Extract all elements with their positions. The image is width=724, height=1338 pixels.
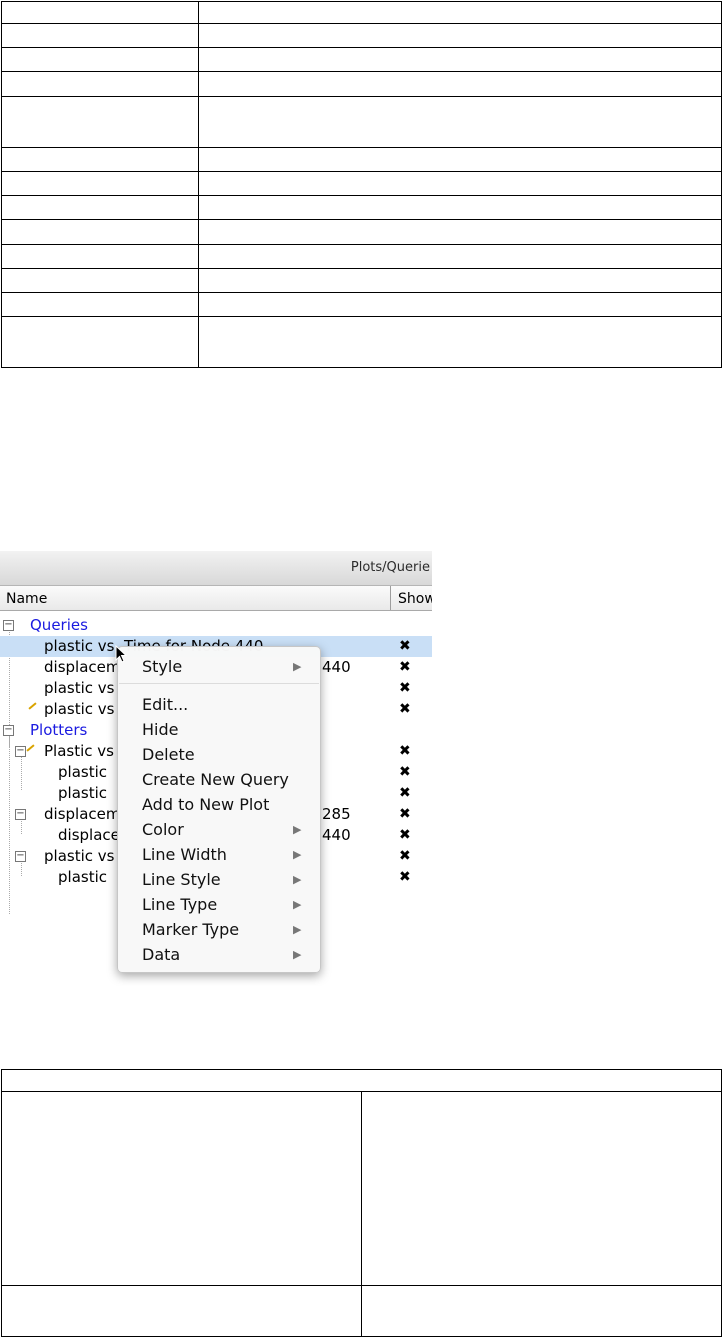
collapse-toggle-icon[interactable]: − — [15, 809, 26, 820]
menu-item-label: Edit... — [142, 695, 189, 714]
tree-group-row[interactable]: − Queries — [0, 615, 432, 636]
show-toggle-icon[interactable]: ✖ — [399, 825, 411, 846]
menu-item[interactable]: Style ▶ — [118, 654, 320, 679]
table-row — [1, 71, 722, 97]
table-row — [1, 316, 722, 368]
show-toggle-icon[interactable]: ✖ — [399, 657, 411, 678]
tree-row-label-tail: 285 — [322, 805, 351, 823]
collapse-toggle-icon[interactable]: − — [15, 746, 26, 757]
panel-titlebar: Plots/Querie — [0, 551, 432, 586]
table-row — [1, 219, 722, 245]
menu-item[interactable]: Data ▶ — [118, 942, 320, 967]
tree-row-label-tail: 440 — [322, 658, 351, 676]
show-toggle-icon[interactable]: ✖ — [399, 762, 411, 783]
menu-item-label: Line Width — [142, 845, 227, 864]
table-row — [1, 96, 722, 148]
collapse-toggle-icon[interactable]: − — [15, 851, 26, 862]
submenu-arrow-icon: ▶ — [293, 898, 302, 911]
pencil-icon — [26, 744, 35, 752]
show-toggle-icon[interactable]: ✖ — [399, 678, 411, 699]
plots-queries-panel: Plots/Querie Name Show − Queries plastic v… — [0, 551, 432, 986]
table-row — [1, 244, 722, 269]
menu-item-label: Data — [142, 945, 181, 964]
table-row — [1, 1285, 722, 1337]
tree-row-label-tail: 440 — [322, 826, 351, 844]
mouse-pointer-icon — [115, 645, 128, 663]
menu-item-label: Color — [142, 820, 184, 839]
show-toggle-icon[interactable]: ✖ — [399, 699, 411, 720]
menu-item[interactable]: Add to New Plot — [118, 792, 320, 817]
show-toggle-icon[interactable]: ✖ — [399, 867, 411, 888]
menu-item[interactable]: Delete — [118, 742, 320, 767]
table-row — [1, 47, 722, 72]
show-toggle-icon[interactable]: ✖ — [399, 741, 411, 762]
top-table — [1, 1, 722, 368]
table-row — [1, 1091, 722, 1286]
menu-item[interactable]: Line Type ▶ — [118, 892, 320, 917]
tree-row-label: plastic vs — [44, 847, 115, 865]
menu-item-label: Marker Type — [142, 920, 240, 939]
table-row — [1, 1, 722, 24]
panel-title: Plots/Querie — [350, 560, 430, 575]
submenu-arrow-icon: ▶ — [293, 948, 302, 961]
show-toggle-icon[interactable]: ✖ — [399, 804, 411, 825]
name-column-header[interactable]: Name — [0, 586, 391, 610]
menu-item-label: Add to New Plot — [142, 795, 270, 814]
menu-item-label: Line Style — [142, 870, 221, 889]
table-row — [1, 268, 722, 293]
tree-row-label: plastic — [58, 763, 107, 781]
tree-row-label: Queries — [30, 616, 88, 634]
submenu-arrow-icon: ▶ — [293, 823, 302, 836]
menu-item[interactable]: Edit... — [118, 692, 320, 717]
menu-item-label: Line Type — [142, 895, 218, 914]
tree-row-label: displacem — [44, 805, 121, 823]
table-row — [1, 195, 722, 220]
submenu-arrow-icon: ▶ — [293, 923, 302, 936]
submenu-arrow-icon: ▶ — [293, 873, 302, 886]
tree-row-label: plastic vs — [44, 700, 115, 718]
tree-row-label: Plastic vs — [44, 742, 114, 760]
tree-row-label: displace — [58, 826, 120, 844]
show-toggle-icon[interactable]: ✖ — [399, 636, 411, 657]
menu-item[interactable]: Marker Type ▶ — [118, 917, 320, 942]
table-row — [1, 171, 722, 196]
menu-item-label: Style — [142, 657, 183, 676]
show-toggle-icon[interactable]: ✖ — [399, 783, 411, 804]
tree-row-label: displacem — [44, 658, 121, 676]
table-row — [1, 23, 722, 48]
tree-row-label: plastic vs — [44, 679, 115, 697]
tree-row-label: plastic — [58, 784, 107, 802]
show-toggle-icon[interactable]: ✖ — [399, 846, 411, 867]
menu-item[interactable]: Create New Query — [118, 767, 320, 792]
menu-item-label: Create New Query — [142, 770, 289, 789]
tree-row-label: Plotters — [30, 721, 88, 739]
submenu-arrow-icon: ▶ — [293, 848, 302, 861]
collapse-toggle-icon[interactable]: − — [3, 725, 14, 736]
menu-item[interactable]: Line Width ▶ — [118, 842, 320, 867]
pencil-icon — [28, 702, 37, 710]
menu-item[interactable]: Color ▶ — [118, 817, 320, 842]
show-column-header[interactable]: Show — [398, 591, 432, 607]
collapse-toggle-icon[interactable]: − — [3, 620, 14, 631]
menu-item-label: Hide — [142, 720, 179, 739]
context-menu: Style ▶ Edit... Hide Delete Create New Query A… — [117, 646, 321, 973]
table-row — [1, 1069, 722, 1092]
menu-item[interactable]: Hide — [118, 717, 320, 742]
tree-row-label: plastic — [58, 868, 107, 886]
menu-separator — [119, 683, 319, 684]
column-header: Name Show — [0, 586, 432, 611]
table-row — [1, 147, 722, 172]
menu-item-label: Delete — [142, 745, 195, 764]
submenu-arrow-icon: ▶ — [293, 660, 302, 673]
table-row — [1, 292, 722, 317]
menu-item[interactable]: Line Style ▶ — [118, 867, 320, 892]
bottom-table — [1, 1069, 722, 1337]
